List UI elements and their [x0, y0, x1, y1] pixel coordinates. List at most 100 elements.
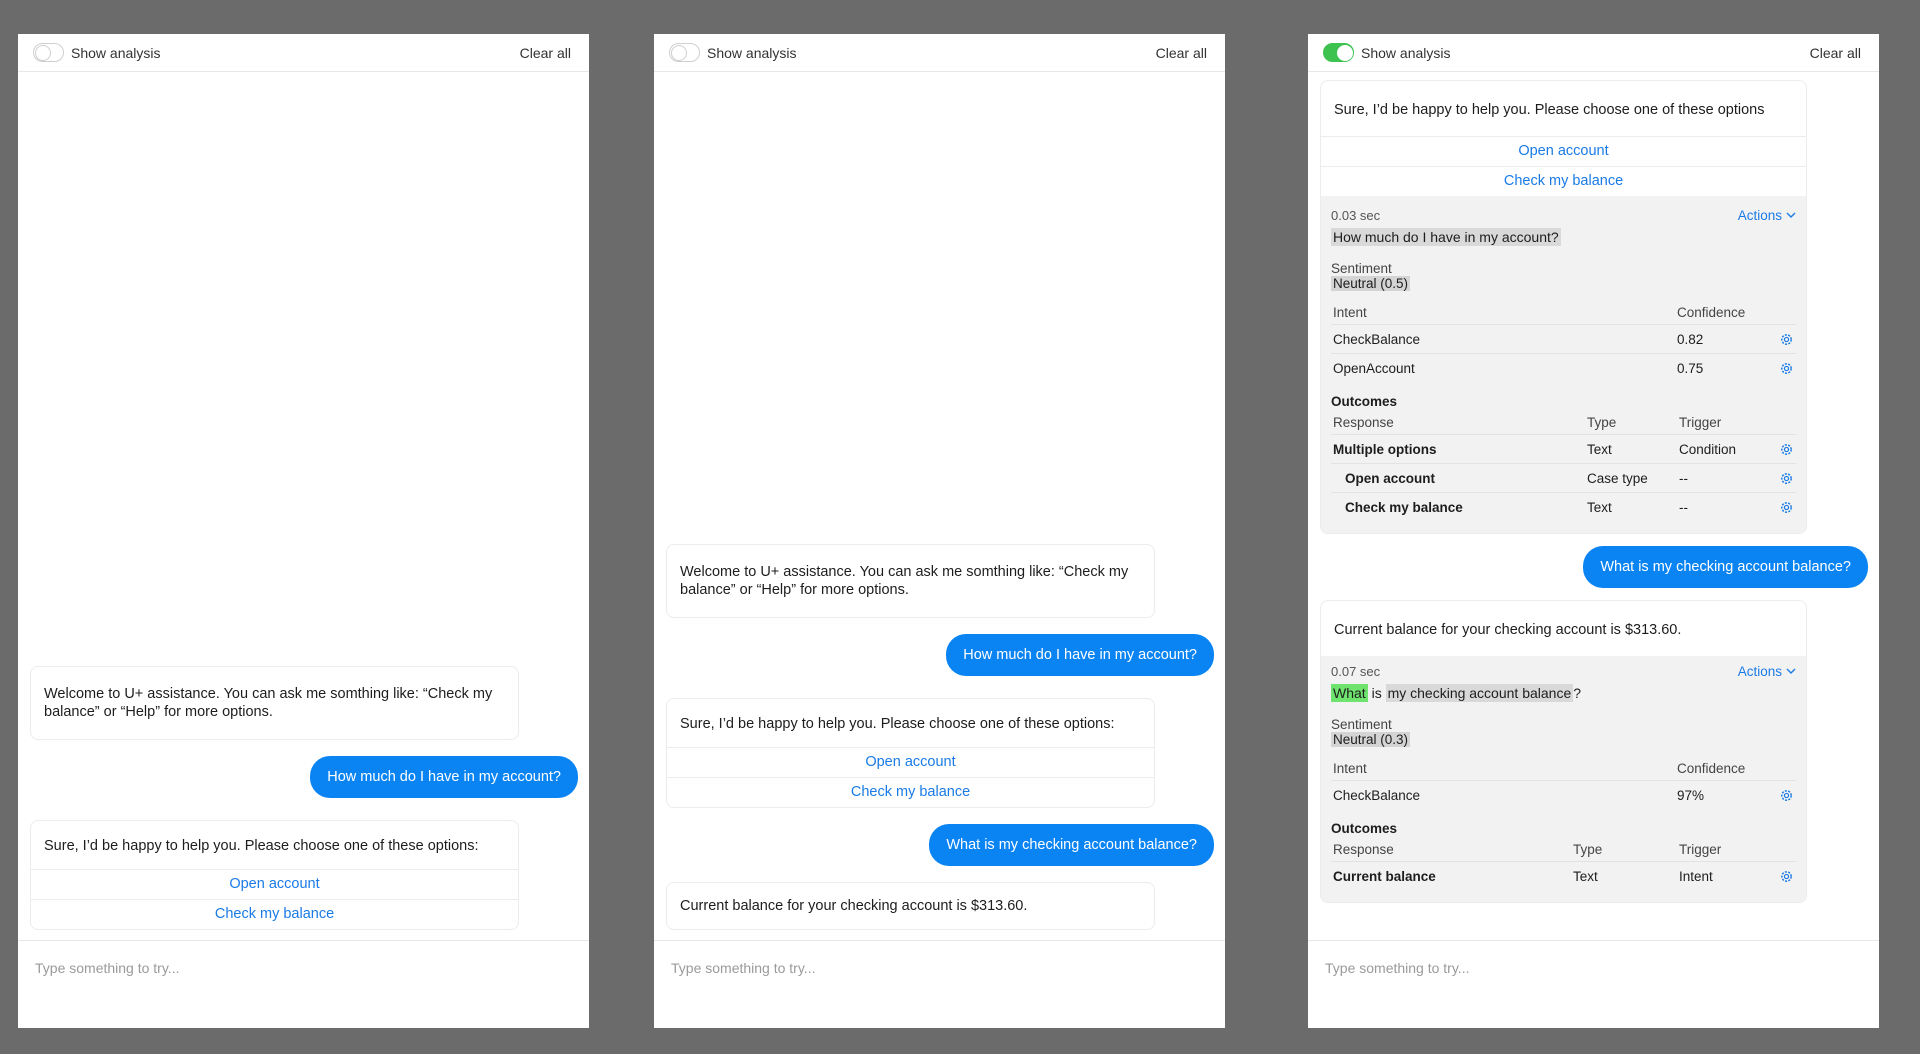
outcome-type: Text — [1585, 434, 1677, 464]
intent-header: Intent — [1333, 761, 1367, 776]
actions-dropdown[interactable]: Actions — [1738, 208, 1796, 223]
intent-name: CheckBalance — [1331, 324, 1675, 354]
gear-icon[interactable] — [1779, 500, 1794, 515]
user-message: What is my checking account balance? — [929, 824, 1214, 866]
bot-message-text: Sure, I’d be happy to help you. Please c… — [680, 716, 1115, 732]
actions-dropdown[interactable]: Actions — [1738, 664, 1796, 679]
utterance: What is my checking account balance? — [1331, 684, 1796, 702]
utterance-entity-highlight: What — [1331, 684, 1368, 702]
toggle-switch[interactable] — [33, 43, 64, 62]
chevron-down-icon — [1786, 212, 1796, 218]
clear-all-button[interactable]: Clear all — [520, 45, 571, 61]
user-message: How much do I have in my account? — [310, 756, 578, 798]
response-header: Response — [1333, 842, 1394, 857]
utterance: How much do I have in my account? — [1331, 228, 1796, 246]
sentiment-value: Neutral (0.5) — [1331, 276, 1411, 291]
panel-header: Show analysis Clear all — [18, 34, 589, 72]
outcomes-table: Response Type Trigger Multiple options T… — [1331, 411, 1796, 521]
sentiment-label: Sentiment — [1331, 261, 1392, 276]
gear-icon[interactable] — [1779, 869, 1794, 884]
trigger-header: Trigger — [1679, 842, 1722, 857]
bot-message-text: Current balance for your checking accoun… — [1334, 622, 1682, 638]
utterance-highlight: How much do I have in my account? — [1331, 228, 1561, 246]
bot-message-text: Current balance for your checking accoun… — [680, 898, 1028, 914]
option-open-account[interactable]: Open account — [1321, 136, 1806, 166]
intent-table: Intent Confidence CheckBalance 97% — [1331, 757, 1796, 809]
composer — [18, 940, 589, 1028]
clear-all-button[interactable]: Clear all — [1810, 45, 1861, 61]
show-analysis-toggle[interactable]: Show analysis — [33, 43, 161, 62]
gear-icon[interactable] — [1779, 788, 1794, 803]
table-row: Multiple options Text Condition — [1331, 434, 1796, 464]
bot-message-text: Welcome to U+ assistance. You can ask me… — [680, 564, 1129, 598]
bot-message-options: Sure, I’d be happy to help you. Please c… — [666, 698, 1155, 808]
option-open-account[interactable]: Open account — [31, 869, 518, 899]
chevron-down-icon — [1786, 668, 1796, 674]
show-analysis-toggle[interactable]: Show analysis — [669, 43, 797, 62]
table-row: OpenAccount 0.75 — [1331, 353, 1796, 382]
gear-icon[interactable] — [1779, 471, 1794, 486]
outcome-response: Current balance — [1331, 861, 1571, 890]
confidence-header: Confidence — [1677, 761, 1746, 776]
gear-icon[interactable] — [1779, 361, 1794, 376]
message-input[interactable] — [669, 959, 1214, 977]
utterance-highlight: my checking account balance — [1385, 684, 1574, 702]
analysis-header: 0.07 sec Actions — [1331, 664, 1796, 679]
outcomes-title: Outcomes — [1331, 821, 1398, 836]
bot-message-text: Welcome to U+ assistance. You can ask me… — [44, 686, 493, 720]
table-row: CheckBalance 0.82 — [1331, 324, 1796, 354]
intent-table: Intent Confidence CheckBalance 0.82 Open… — [1331, 301, 1796, 382]
intent-confidence: 97% — [1675, 780, 1772, 809]
bot-message-text: Sure, I’d be happy to help you. Please c… — [1334, 102, 1765, 118]
actions-label: Actions — [1737, 208, 1782, 223]
analysis-panel: 0.03 sec Actions How much do I have in m… — [1321, 196, 1806, 533]
outcome-response: Multiple options — [1331, 434, 1585, 464]
show-analysis-label: Show analysis — [707, 44, 797, 61]
trigger-header: Trigger — [1679, 415, 1722, 430]
user-message: What is my checking account balance? — [1583, 546, 1868, 588]
intent-header: Intent — [1333, 305, 1367, 320]
response-time: 0.03 sec — [1331, 208, 1381, 223]
option-check-balance[interactable]: Check my balance — [1321, 166, 1806, 196]
show-analysis-label: Show analysis — [71, 44, 161, 61]
chat-transcript: Welcome to U+ assistance. You can ask me… — [18, 72, 589, 940]
bot-message-welcome: Welcome to U+ assistance. You can ask me… — [30, 666, 519, 740]
intent-name: CheckBalance — [1331, 780, 1675, 809]
chat-transcript: Sure, I’d be happy to help you. Please c… — [1308, 72, 1879, 940]
outcomes-table: Response Type Trigger Current balance Te… — [1331, 838, 1796, 890]
gear-icon[interactable] — [1779, 442, 1794, 457]
message-input[interactable] — [1323, 959, 1868, 977]
bot-message-balance: Current balance for your checking accoun… — [666, 882, 1155, 930]
intent-confidence: 0.82 — [1675, 324, 1772, 354]
response-time: 0.07 sec — [1331, 664, 1381, 679]
user-message: How much do I have in my account? — [946, 634, 1214, 676]
message-input[interactable] — [33, 959, 578, 977]
composer — [654, 940, 1225, 1028]
sentiment-label: Sentiment — [1331, 717, 1392, 732]
intent-confidence: 0.75 — [1675, 353, 1772, 382]
outcome-type: Text — [1585, 492, 1677, 521]
chat-transcript: Welcome to U+ assistance. You can ask me… — [654, 72, 1225, 940]
show-analysis-toggle[interactable]: Show analysis — [1323, 43, 1451, 62]
outcome-response: Check my balance — [1331, 492, 1585, 521]
composer — [1308, 940, 1879, 1028]
option-open-account[interactable]: Open account — [667, 747, 1154, 777]
table-row: Check my balance Text -- — [1331, 492, 1796, 521]
intent-name: OpenAccount — [1331, 353, 1675, 382]
outcome-trigger: Intent — [1677, 861, 1772, 890]
actions-label: Actions — [1737, 664, 1782, 679]
panel-header: Show analysis Clear all — [1308, 34, 1879, 72]
sentiment-value: Neutral (0.3) — [1331, 732, 1411, 747]
toggle-switch[interactable] — [669, 43, 700, 62]
analysis-header: 0.03 sec Actions — [1331, 208, 1796, 223]
chat-panel-2: Show analysis Clear all Welcome to U+ as… — [654, 34, 1225, 1028]
utterance-text: is — [1367, 685, 1386, 701]
toggle-switch[interactable] — [1323, 43, 1354, 62]
outcome-type: Case type — [1585, 463, 1677, 493]
type-header: Type — [1573, 842, 1603, 857]
gear-icon[interactable] — [1779, 332, 1794, 347]
bot-message-welcome: Welcome to U+ assistance. You can ask me… — [666, 544, 1155, 618]
option-check-balance[interactable]: Check my balance — [667, 777, 1154, 807]
clear-all-button[interactable]: Clear all — [1156, 45, 1207, 61]
option-check-balance[interactable]: Check my balance — [31, 899, 518, 929]
